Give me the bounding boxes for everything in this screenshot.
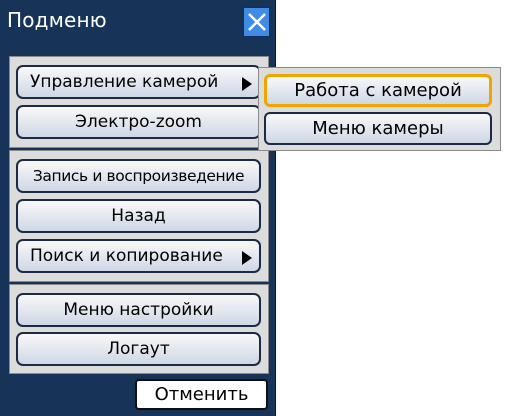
cancel-button[interactable]: Отменить bbox=[135, 379, 268, 410]
camera-operation-button[interactable]: Работа с камерой bbox=[264, 74, 492, 107]
back-button[interactable]: Назад bbox=[16, 199, 261, 233]
menu-section-recording: Запись и воспроизведение Назад Поиск и к… bbox=[9, 150, 269, 282]
submenu-panel: Подменю Управление камерой Электро-zoom … bbox=[0, 0, 276, 416]
camera-control-submenu: Работа с камерой Меню камеры bbox=[258, 67, 501, 151]
logout-label: Логаут bbox=[107, 339, 170, 359]
title-bar: Подменю bbox=[0, 0, 275, 47]
menu-section-settings: Меню настройки Логаут bbox=[9, 284, 269, 374]
cancel-label: Отменить bbox=[154, 384, 249, 405]
camera-menu-button[interactable]: Меню камеры bbox=[264, 112, 492, 145]
electro-zoom-button[interactable]: Электро-zoom bbox=[16, 105, 261, 139]
settings-menu-button[interactable]: Меню настройки bbox=[16, 293, 261, 327]
camera-control-button[interactable]: Управление камерой bbox=[16, 65, 261, 99]
search-copy-button[interactable]: Поиск и копирование bbox=[16, 239, 261, 273]
submenu-arrow-icon bbox=[242, 251, 252, 265]
close-icon bbox=[247, 13, 266, 31]
settings-menu-label: Меню настройки bbox=[63, 300, 214, 320]
search-copy-label: Поиск и копирование bbox=[30, 246, 223, 266]
camera-operation-label: Работа с камерой bbox=[294, 80, 462, 101]
record-playback-label: Запись и воспроизведение bbox=[32, 167, 245, 185]
menu-section-camera: Управление камерой Электро-zoom bbox=[9, 56, 269, 148]
close-button[interactable] bbox=[243, 7, 270, 37]
electro-zoom-label: Электро-zoom bbox=[75, 112, 202, 132]
camera-control-label: Управление камерой bbox=[30, 72, 219, 92]
record-playback-button[interactable]: Запись и воспроизведение bbox=[16, 159, 261, 193]
back-label: Назад bbox=[111, 206, 166, 226]
logout-button[interactable]: Логаут bbox=[16, 332, 261, 366]
camera-menu-label: Меню камеры bbox=[312, 118, 444, 139]
submenu-arrow-icon bbox=[242, 77, 252, 91]
panel-title: Подменю bbox=[7, 8, 107, 32]
